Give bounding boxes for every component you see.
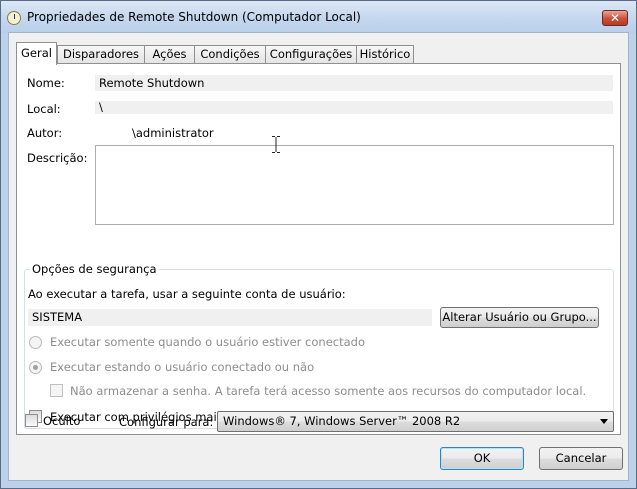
change-user-button[interactable]: Alterar Usuário ou Grupo... xyxy=(440,307,599,328)
name-label: Nome: xyxy=(27,76,65,90)
tab-settings[interactable]: Configurações xyxy=(265,45,357,64)
dialog-client-area: Geral Disparadores Ações Condições Confi… xyxy=(8,32,629,481)
close-button[interactable]: ✕ xyxy=(602,10,628,26)
author-label: Autor: xyxy=(27,126,63,140)
general-tab-panel: Nome: Remote Shutdown Local: \ Autor: \a… xyxy=(16,63,621,435)
security-options-group: Opções de segurança Ao executar a tarefa… xyxy=(24,262,614,429)
location-label: Local: xyxy=(27,102,61,116)
tab-conditions[interactable]: Condições xyxy=(194,45,266,64)
configure-for-value: Windows® 7, Windows Server™ 2008 R2 xyxy=(223,414,461,428)
window-title: Propriedades de Remote Shutdown (Computa… xyxy=(27,10,361,24)
run-as-prompt: Ao executar a tarefa, usar a seguinte co… xyxy=(28,287,346,301)
text-cursor-icon xyxy=(272,136,280,153)
security-options-title: Opções de segurança xyxy=(30,262,159,276)
clock-task-icon xyxy=(7,11,21,25)
name-field[interactable]: Remote Shutdown xyxy=(95,75,613,91)
logged-on-only-label: Executar somente quando o usuário estive… xyxy=(50,335,365,349)
hidden-label: Oculto xyxy=(43,414,81,428)
no-store-password-label: Não armazenar a senha. A tarefa terá ace… xyxy=(70,384,587,398)
author-value: \administrator xyxy=(132,126,214,140)
cancel-button[interactable]: Cancelar xyxy=(539,447,623,470)
tab-actions[interactable]: Ações xyxy=(144,45,195,64)
logged-on-or-not-label: Executar estando o usuário conectado ou … xyxy=(50,360,315,374)
hidden-checkbox[interactable] xyxy=(25,414,38,427)
logged-on-or-not-radio[interactable] xyxy=(29,361,42,374)
no-store-password-checkbox[interactable] xyxy=(50,384,63,397)
chevron-down-icon xyxy=(600,419,608,424)
ok-button[interactable]: OK xyxy=(440,447,524,470)
description-label: Descrição: xyxy=(27,151,88,165)
tab-history[interactable]: Histórico xyxy=(356,45,414,64)
properties-dialog: Propriedades de Remote Shutdown (Computa… xyxy=(0,0,637,489)
tab-triggers[interactable]: Disparadores xyxy=(57,45,145,64)
logged-on-only-radio[interactable] xyxy=(29,336,42,349)
title-bar[interactable]: Propriedades de Remote Shutdown (Computa… xyxy=(1,1,636,33)
configure-for-dropdown[interactable]: Windows® 7, Windows Server™ 2008 R2 xyxy=(217,411,614,432)
tab-general[interactable]: Geral xyxy=(16,42,57,65)
location-field[interactable]: \ xyxy=(95,101,613,114)
description-textarea[interactable] xyxy=(95,145,614,225)
close-icon: ✕ xyxy=(609,11,621,25)
configure-for-label: Configurar para: xyxy=(119,415,214,429)
user-account-field[interactable]: SISTEMA xyxy=(28,309,432,326)
